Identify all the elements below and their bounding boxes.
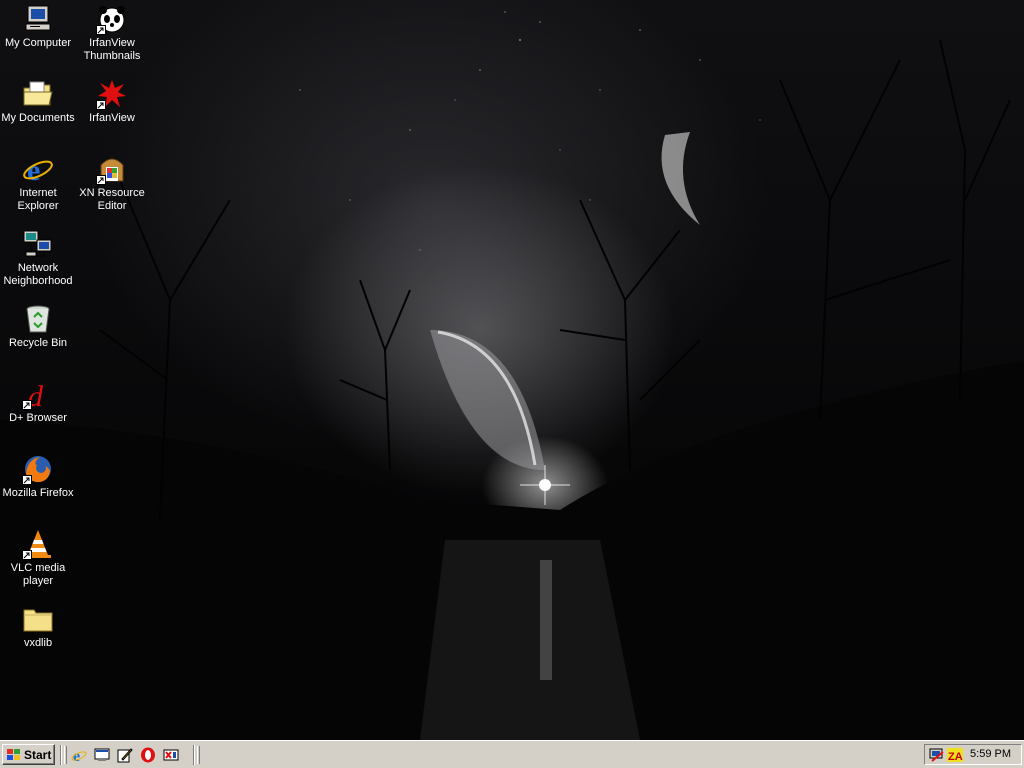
xn-resource-editor-icon — [96, 153, 128, 185]
desktop-icon-vlc-media-player[interactable]: VLC media player — [1, 528, 75, 588]
icon-label: Internet Explorer — [17, 187, 59, 212]
icon-label: Network Neighborhood — [3, 262, 73, 287]
desktop-icon-vxdlib[interactable]: vxdlib — [1, 603, 75, 650]
icon-label: My Documents — [1, 112, 75, 124]
shortcut-arrow-icon — [96, 100, 106, 110]
icon-label: VLC media player — [10, 562, 66, 587]
desktop-icon-network-neighborhood[interactable]: Network Neighborhood — [1, 228, 75, 288]
quick-launch-show-desktop[interactable] — [94, 747, 112, 763]
icon-label: Recycle Bin — [8, 337, 68, 349]
opera-icon — [141, 747, 155, 763]
panda-icon — [96, 3, 128, 35]
start-button[interactable]: Start — [2, 744, 55, 765]
computer-icon — [22, 3, 54, 35]
system-tray: ZA 5:59 PM — [924, 744, 1022, 765]
desktop-icon-irfanview-thumbnails[interactable]: IrfanView Thumbnails — [75, 3, 149, 63]
taskbar-separator — [193, 745, 195, 765]
desktop-background: My Computer IrfanView Thumbnails My Docu… — [0, 0, 1024, 740]
network-monitor-icon[interactable] — [929, 747, 945, 763]
desktop-icon-d-plus-browser[interactable]: d D+ Browser — [1, 378, 75, 425]
taskbar-separator — [60, 745, 62, 765]
icon-label: IrfanView Thumbnails — [83, 37, 141, 62]
edit-icon — [117, 748, 133, 763]
icon-label: My Computer — [4, 37, 72, 49]
quick-launch-edit[interactable] — [117, 747, 135, 763]
wallpaper-scenery — [0, 11, 1024, 740]
shortcut-arrow-icon — [96, 25, 106, 35]
recycle-bin-icon — [22, 303, 54, 335]
shortcut-arrow-icon — [22, 475, 32, 485]
quick-launch-internet-explorer[interactable]: e — [71, 747, 89, 763]
taskbar: Start e ZA 5:59 PM — [0, 740, 1024, 768]
icon-label: D+ Browser — [9, 412, 67, 424]
network-icon — [22, 228, 54, 260]
desktop-icon-recycle-bin[interactable]: Recycle Bin — [1, 303, 75, 350]
icon-label: XN Resource Editor — [79, 187, 145, 212]
show-desktop-icon — [94, 748, 110, 761]
icon-label: IrfanView — [89, 112, 135, 124]
firefox-icon — [22, 453, 54, 485]
desktop-icon-internet-explorer[interactable]: e Internet Explorer — [1, 153, 75, 213]
shortcut-arrow-icon — [22, 400, 32, 410]
folder-icon — [22, 603, 54, 635]
internet-explorer-icon: e — [22, 153, 54, 185]
desktop-icon-irfanview[interactable]: IrfanView — [75, 78, 149, 125]
quick-launch-opera[interactable] — [140, 747, 158, 763]
desktop-icon-xn-resource-editor[interactable]: XN Resource Editor — [75, 153, 149, 213]
task-area-grip[interactable] — [197, 746, 200, 764]
icon-label: vxdlib — [23, 637, 53, 649]
svg-text:ZA: ZA — [948, 751, 963, 763]
quick-launch-xn[interactable] — [163, 747, 181, 763]
desktop-icon-my-computer[interactable]: My Computer — [1, 3, 75, 50]
shortcut-arrow-icon — [96, 175, 106, 185]
documents-folder-icon — [22, 78, 54, 110]
clock[interactable]: 5:59 PM — [970, 748, 1011, 760]
start-label: Start — [24, 747, 52, 762]
zonealarm-icon[interactable]: ZA — [947, 747, 963, 763]
icon-label: Mozilla Firefox — [2, 487, 74, 499]
internet-explorer-icon: e — [71, 748, 87, 763]
windows-logo-icon — [7, 748, 20, 760]
irfanview-splat-icon — [96, 78, 128, 110]
d-plus-browser-icon: d — [22, 378, 54, 410]
vlc-cone-icon — [22, 528, 54, 560]
desktop-icon-my-documents[interactable]: My Documents — [1, 78, 75, 125]
shortcut-arrow-icon — [22, 550, 32, 560]
quick-launch-grip[interactable] — [64, 746, 67, 764]
desktop-icon-mozilla-firefox[interactable]: Mozilla Firefox — [1, 453, 75, 500]
xn-icon — [163, 749, 179, 761]
